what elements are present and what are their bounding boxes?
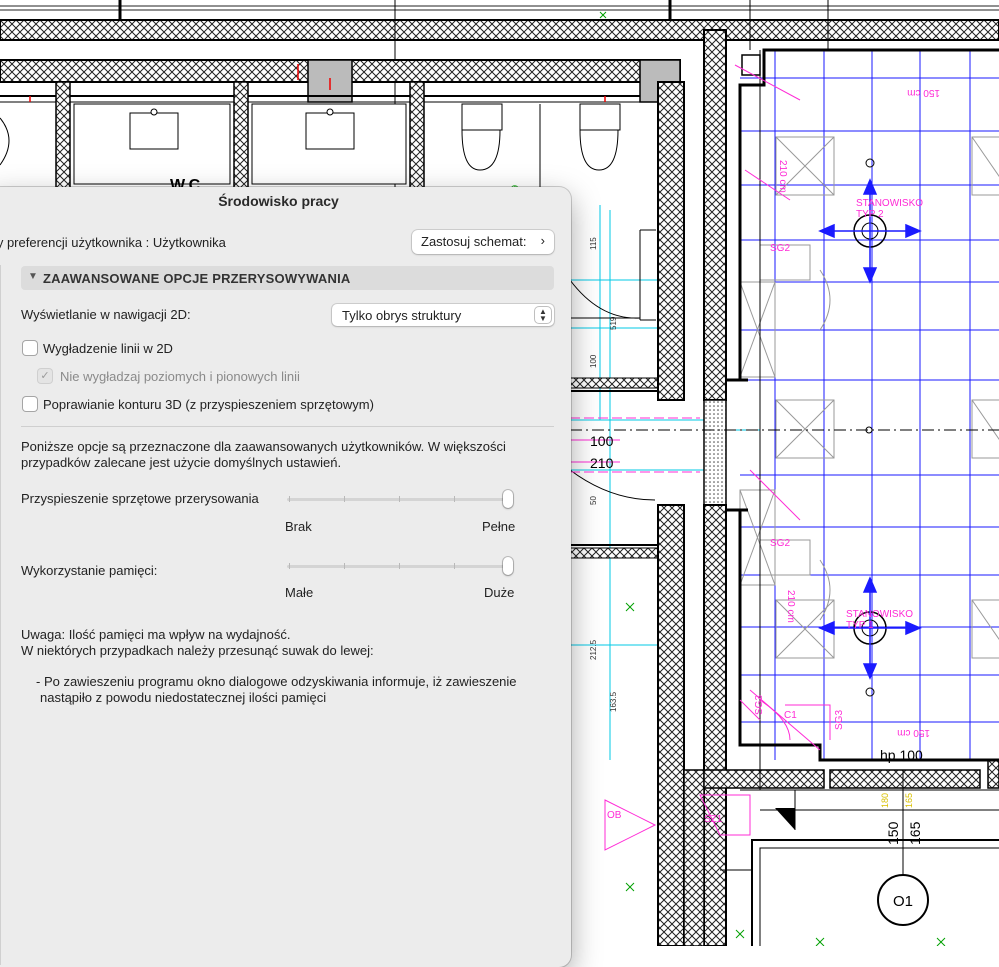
smooth-lines-label: Wygładzenie linii w 2D: [43, 341, 173, 356]
svg-text:150 cm: 150 cm: [907, 87, 940, 98]
bullet-line-2: nastąpiło z powodu niedostatecznej ilośc…: [40, 690, 327, 705]
svg-text:hp 100: hp 100: [880, 747, 923, 763]
memory-bullet: - Po zawieszeniu programu okno dialogowe…: [31, 674, 517, 706]
advanced-info-text: Poniższe opcje są przeznaczone dla zaawa…: [21, 439, 506, 471]
hw-accel-min-label: Brak: [285, 519, 312, 534]
svg-text:C1: C1: [784, 710, 797, 721]
svg-text:OB: OB: [607, 810, 622, 821]
slider-knob[interactable]: [503, 557, 513, 575]
svg-text:50: 50: [589, 496, 598, 505]
nav2d-select-value: Tylko obrys struktury: [342, 308, 462, 323]
sidebar-divider: [0, 265, 1, 965]
memory-slider[interactable]: [287, 556, 513, 576]
slider-knob[interactable]: [503, 490, 513, 508]
nav2d-label: Wyświetlanie w nawigacji 2D:: [21, 307, 191, 322]
svg-text:115: 115: [589, 237, 598, 250]
svg-text:O1: O1: [893, 893, 913, 910]
smooth-lines-checkbox[interactable]: [23, 341, 37, 355]
svg-text:165: 165: [907, 821, 923, 845]
svg-text:163.5: 163.5: [609, 691, 618, 712]
apply-scheme-button[interactable]: Zastosuj schemat: ›: [412, 230, 554, 254]
dialog-title: Środowisko pracy: [218, 193, 339, 209]
svg-text:150 cm: 150 cm: [897, 727, 930, 738]
chevron-right-icon: ›: [540, 233, 545, 248]
apply-scheme-label: Zastosuj schemat:: [421, 234, 527, 249]
no-smooth-hv-label: Nie wygładzaj poziomych i pionowych lini…: [60, 369, 300, 384]
note-line-1: Uwaga: Ilość pamięci ma wpływ na wydajno…: [21, 627, 291, 642]
svg-text:100: 100: [589, 354, 598, 368]
contour3d-checkbox[interactable]: [23, 397, 37, 411]
info-line-1: Poniższe opcje są przeznaczone dla zaawa…: [21, 439, 506, 454]
svg-text:STANOWISKO: STANOWISKO: [846, 609, 913, 620]
contour3d-label: Poprawianie konturu 3D (z przyspieszenie…: [43, 397, 374, 412]
svg-text:TYP 2: TYP 2: [856, 209, 884, 220]
svg-text:SZ1: SZ1: [704, 814, 723, 825]
svg-text:STANOWISKO: STANOWISKO: [856, 198, 923, 209]
up-down-chevron-icon: ▲ ▼: [535, 307, 551, 323]
svg-text:SG3: SG3: [834, 710, 845, 730]
preference-scheme-label: aty preferencji użytkownika : Użytkownik…: [0, 235, 226, 250]
memory-label: Wykorzystanie pamięci:: [21, 563, 158, 578]
svg-text:210 cm: 210 cm: [785, 590, 796, 623]
svg-text:165: 165: [904, 793, 914, 808]
svg-text:SG2: SG2: [770, 243, 790, 254]
hw-accel-slider[interactable]: [287, 489, 513, 509]
memory-min-label: Małe: [285, 585, 314, 600]
hw-accel-max-label: Pełne: [482, 519, 516, 534]
note-line-2: W niektórych przypadkach należy przesuną…: [21, 643, 374, 658]
svg-text:SG3: SG3: [754, 695, 765, 715]
hw-accel-label: Przyspieszenie sprzętowe przerysowania: [21, 491, 259, 506]
divider: [21, 426, 554, 427]
memory-max-label: Duże: [484, 585, 515, 600]
bullet-line-1: - Po zawieszeniu programu okno dialogowe…: [36, 674, 517, 689]
svg-text:TYP 1: TYP 1: [846, 620, 874, 631]
nav2d-display-select[interactable]: Tylko obrys struktury ▲ ▼: [332, 304, 554, 326]
svg-text:180: 180: [880, 793, 890, 808]
svg-text:210: 210: [590, 455, 614, 471]
svg-text:210 cm: 210 cm: [777, 160, 788, 193]
svg-text:212.5: 212.5: [589, 639, 598, 660]
work-environment-dialog: Środowisko pracy aty preferencji użytkow…: [0, 187, 571, 967]
no-smooth-hv-checkbox[interactable]: ✓: [38, 369, 52, 383]
info-line-2: przypadków zalecane jest użycie domyślny…: [21, 455, 342, 470]
svg-text:SG2: SG2: [770, 538, 790, 549]
slider-track: [287, 498, 513, 501]
svg-text:150: 150: [885, 821, 901, 845]
section-title: ZAAWANSOWANE OPCJE PRZERYSOWYWANIA: [43, 271, 351, 286]
memory-note: Uwaga: Ilość pamięci ma wpływ na wydajno…: [21, 627, 374, 659]
slider-track: [287, 565, 513, 568]
disclosure-triangle-icon[interactable]: ▼: [28, 271, 38, 282]
advanced-redraw-section-header[interactable]: ▼ ZAAWANSOWANE OPCJE PRZERYSOWYWANIA: [21, 266, 554, 290]
svg-text:100: 100: [590, 433, 614, 449]
